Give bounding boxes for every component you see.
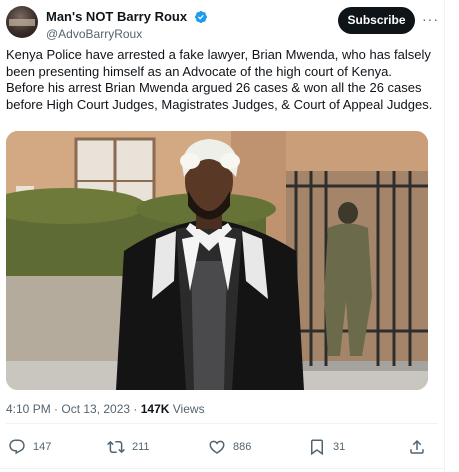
more-icon[interactable]: ··· [422, 10, 438, 28]
like-count: 886 [233, 441, 252, 453]
bookmark-icon [311, 439, 323, 456]
share-icon [410, 439, 424, 454]
like-icon [209, 440, 225, 454]
divider [6, 423, 438, 424]
meta-separator: · [130, 402, 141, 416]
reply-button[interactable]: 147 [8, 432, 51, 462]
column-border [444, 0, 445, 472]
bookmark-button[interactable]: 31 [308, 432, 345, 462]
repost-button[interactable]: 211 [107, 432, 150, 462]
views-count: 147K [140, 402, 170, 416]
author-display-name[interactable]: Man's NOT Barry Roux [46, 9, 187, 25]
reply-icon [9, 439, 25, 455]
action-bar: 147 211 886 31 [0, 432, 444, 462]
views-label: Views [169, 402, 205, 416]
verified-badge-icon [194, 11, 207, 23]
repost-icon [107, 440, 125, 454]
author-names: Man's NOT Barry Roux @AdvoBarryRoux [46, 8, 208, 42]
tweet-header: Man's NOT Barry Roux @AdvoBarryRoux Subs… [6, 6, 444, 42]
subscribe-button[interactable]: Subscribe [338, 7, 415, 34]
tweet-card[interactable]: Man's NOT Barry Roux @AdvoBarryRoux Subs… [0, 0, 444, 472]
bottom-divider [0, 468, 444, 469]
tweet-photo[interactable] [6, 131, 428, 390]
bookmark-count: 31 [333, 441, 346, 453]
like-button[interactable]: 886 [208, 432, 251, 462]
avatar[interactable] [6, 6, 38, 38]
photo-illustration [6, 131, 428, 390]
tweet-timestamp[interactable]: 4:10 PM · Oct 13, 2023 [6, 402, 130, 416]
reply-count: 147 [33, 441, 52, 453]
repost-count: 211 [132, 441, 150, 453]
tweet-meta: 4:10 PM · Oct 13, 2023 · 147K Views [6, 401, 205, 417]
tweet-text: Kenya Police have arrested a fake lawyer… [6, 47, 433, 112]
author-handle[interactable]: @AdvoBarryRoux [46, 26, 208, 42]
share-button[interactable] [408, 432, 433, 462]
